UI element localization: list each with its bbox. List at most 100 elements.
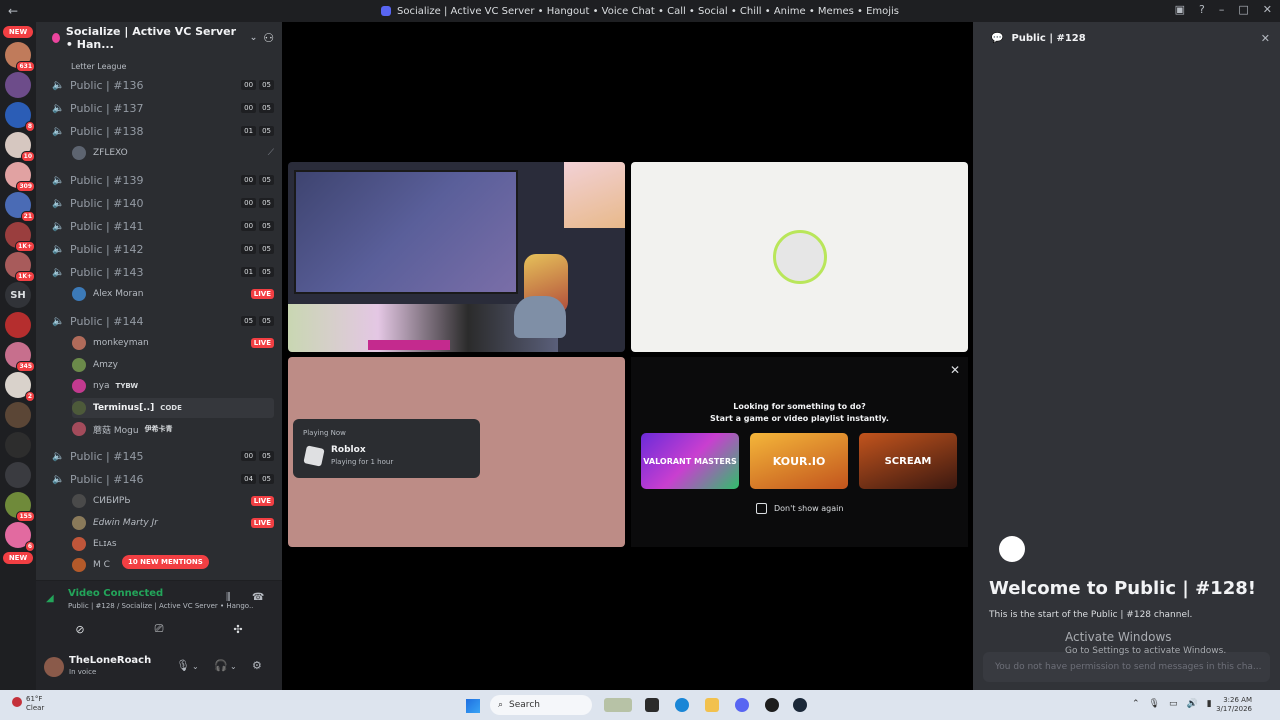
voice-channel[interactable]: 🔈 Public | #142 00 05	[52, 239, 274, 259]
activity-card-kour[interactable]: KOUR.IO	[750, 433, 848, 489]
voice-channel[interactable]: 🔈 Public | #138 01 05	[52, 121, 274, 141]
microphone-icon[interactable]: 🎙	[176, 659, 190, 672]
maximize-icon[interactable]: □	[1238, 3, 1248, 16]
chevron-down-icon[interactable]: ⌄	[192, 662, 199, 671]
voice-user[interactable]: nya TYBW	[72, 376, 274, 396]
voice-user[interactable]: Edwin Marty Jr LIVE	[72, 513, 274, 533]
minimize-icon[interactable]: –	[1219, 3, 1225, 16]
close-icon[interactable]: ✕	[1261, 32, 1270, 45]
new-pill-top[interactable]: NEW	[3, 26, 33, 38]
server-icon[interactable]: 345	[5, 342, 35, 372]
server-icon[interactable]	[5, 432, 31, 458]
close-window-icon[interactable]: ✕	[1263, 3, 1272, 16]
edge-icon[interactable]	[675, 698, 689, 712]
server-icon[interactable]: 6	[5, 522, 35, 552]
user-name[interactable]: TheLoneRoach	[69, 655, 151, 666]
user-limit: 05	[259, 175, 274, 185]
voice-user[interactable]: Eʟɪᴀs	[72, 534, 274, 554]
back-arrow-icon[interactable]: ←	[8, 4, 18, 18]
user-count: 01	[241, 126, 257, 136]
server-icon[interactable]: 1K+	[5, 222, 35, 252]
unread-badge: 10	[20, 151, 35, 162]
file-explorer-icon[interactable]	[705, 698, 719, 712]
noise-suppression-icon[interactable]: ⫼	[226, 592, 231, 603]
microphone-icon[interactable]: 🎙	[1149, 699, 1160, 709]
widgets-icon[interactable]	[604, 698, 632, 712]
message-input[interactable]: You do not have permission to send messa…	[983, 652, 1270, 682]
weather-widget[interactable]: 61°F Clear	[26, 695, 44, 713]
connection-location[interactable]: Public | #128 / Socialize | Active VC Se…	[68, 602, 254, 610]
voice-channel[interactable]: 🔈 Public | #144 05 05	[52, 311, 274, 331]
server-icon[interactable]: 10	[5, 132, 35, 162]
voice-user[interactable]: Alex Moran LIVE	[72, 284, 274, 304]
user-tile[interactable]: Playing Now Roblox Playing for 1 hour	[288, 357, 625, 547]
activity-card-scream[interactable]: SCREAM	[859, 433, 957, 489]
weather-icon[interactable]	[12, 697, 22, 707]
voice-channel[interactable]: 🔈 Public | #137 00 05	[52, 98, 274, 118]
stream-tile[interactable]	[288, 162, 625, 352]
inbox-icon[interactable]: ▣	[1175, 3, 1185, 16]
voice-user[interactable]: Amzy	[72, 355, 274, 375]
voice-channel[interactable]: 🔈 Public | #139 00 05	[52, 170, 274, 190]
voice-channel[interactable]: 🔈 Public | #146 04 05	[52, 469, 274, 489]
voice-channel[interactable]: 🔈 Public | #141 00 05	[52, 216, 274, 236]
discord-icon[interactable]	[735, 698, 749, 712]
help-icon[interactable]: ?	[1199, 3, 1205, 16]
server-icon[interactable]: 309	[5, 162, 35, 192]
camera-off-button[interactable]: ⊘	[44, 619, 116, 639]
new-mentions-pill[interactable]: 10 NEW MENTIONS	[122, 555, 209, 569]
add-member-icon[interactable]: ⚇	[263, 31, 274, 45]
clock[interactable]: 3:26 AM 3/17/2026	[1212, 696, 1252, 714]
battery-icon[interactable]: ▮	[1207, 699, 1212, 709]
activity-card-valorant[interactable]: VALORANT MASTERS	[641, 433, 739, 489]
server-icon[interactable]	[5, 402, 31, 428]
obs-icon[interactable]	[765, 698, 779, 712]
task-view-icon[interactable]	[645, 698, 659, 712]
voice-channel[interactable]: 🔈 Public | #140 00 05	[52, 193, 274, 213]
user-limit: 05	[259, 267, 274, 277]
windows-start-icon[interactable]	[466, 699, 480, 713]
voice-channel[interactable]: 🔈 Public | #143 01 05	[52, 262, 274, 282]
user-count: 05	[241, 316, 257, 326]
steam-icon[interactable]	[793, 698, 807, 712]
disconnect-icon[interactable]: ☎	[252, 592, 264, 603]
server-icon[interactable]: 155	[5, 492, 35, 522]
channel-name: Public | #146	[70, 472, 144, 486]
voice-channel[interactable]: 🔈 Public | #136 00 05	[52, 75, 274, 95]
server-header[interactable]: Socialize | Active VC Server • Han... ⌄ …	[36, 22, 282, 54]
activities-button[interactable]: ✣	[202, 619, 274, 639]
server-icon[interactable]: 8	[5, 102, 35, 132]
network-icon[interactable]: ▭	[1169, 699, 1178, 709]
gear-icon[interactable]: ⚙	[252, 659, 262, 672]
voice-channel[interactable]: 🔈 Public | #145 00 05	[52, 446, 274, 466]
close-icon[interactable]: ✕	[950, 363, 960, 377]
checkbox[interactable]	[756, 503, 767, 514]
volume-icon[interactable]: 🔊	[1187, 699, 1198, 709]
user-tile[interactable]	[631, 162, 968, 352]
server-icon[interactable]	[5, 462, 31, 488]
server-icon[interactable]: 631	[5, 42, 35, 72]
voice-user[interactable]: monkeyman LIVE	[72, 333, 274, 353]
server-icon[interactable]	[5, 312, 31, 338]
unread-badge: 21	[20, 211, 35, 222]
taskbar-search[interactable]: ⌕ Search	[490, 695, 592, 715]
playing-now-card[interactable]: Playing Now Roblox Playing for 1 hour	[293, 419, 480, 478]
voice-user[interactable]: СИБИРЬ LIVE	[72, 491, 274, 511]
voice-user[interactable]: ZFLEXO ⟋	[72, 143, 274, 163]
headphones-icon[interactable]: 🎧	[214, 659, 228, 672]
avatar[interactable]	[44, 657, 64, 677]
server-sh[interactable]: SH	[5, 282, 31, 308]
server-icon[interactable]: 21	[5, 192, 35, 222]
chevron-down-icon[interactable]: ⌄	[230, 662, 237, 671]
voice-user[interactable]: 蘑菇 Mogu 伊希卡青	[72, 419, 274, 439]
connection-status[interactable]: Video Connected	[68, 588, 163, 599]
chevron-up-icon[interactable]: ⌃	[1132, 699, 1140, 709]
screen-share-button[interactable]: ⎚	[123, 619, 195, 639]
dont-show-again[interactable]: Don't show again	[756, 503, 843, 514]
server-icon[interactable]: 1K+	[5, 252, 35, 282]
server-icon[interactable]	[5, 72, 31, 98]
new-pill-bottom[interactable]: NEW	[3, 552, 33, 564]
speaker-active-icon: 🔈	[52, 125, 65, 137]
server-icon[interactable]: 2	[5, 372, 35, 402]
voice-user[interactable]: Terminus[..] CODE	[72, 398, 274, 418]
